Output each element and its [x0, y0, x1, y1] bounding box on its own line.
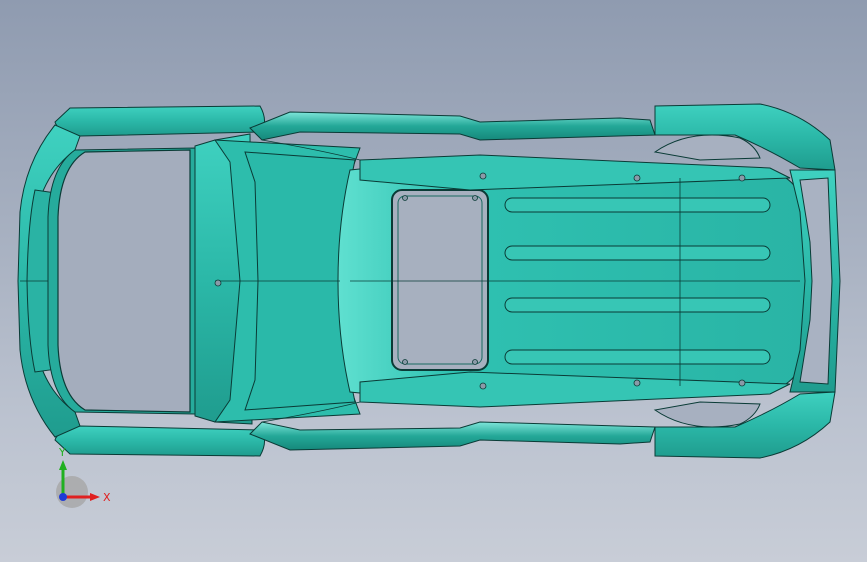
axis-triad: Y X	[56, 446, 111, 508]
y-axis-label: Y	[58, 446, 66, 459]
z-axis-icon	[59, 493, 67, 501]
triad-sphere	[56, 476, 88, 508]
x-axis-label: X	[103, 491, 111, 504]
graphics-viewport[interactable]: Y X	[0, 0, 867, 562]
